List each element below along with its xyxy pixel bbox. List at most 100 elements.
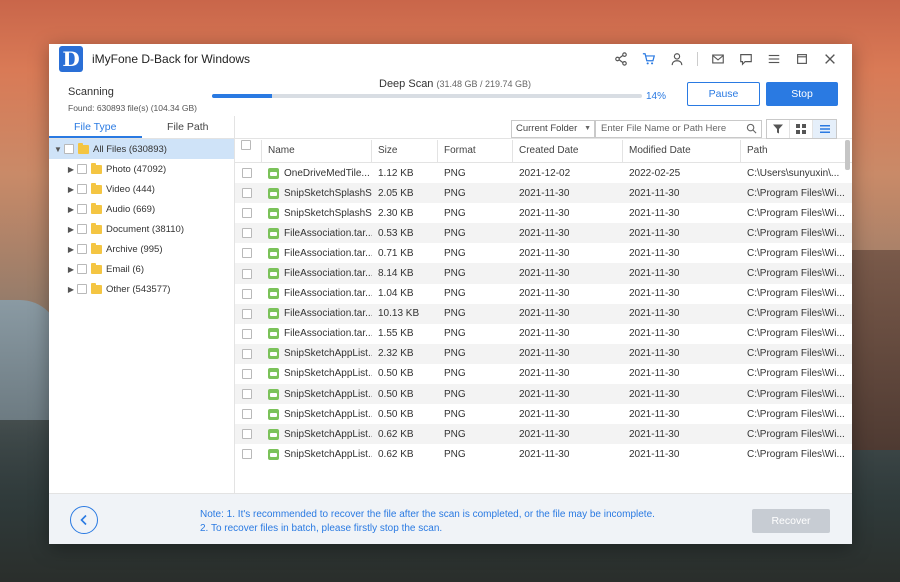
tree-item-checkbox[interactable] (77, 224, 87, 234)
list-toolbar: Current Folder ▼ Enter File Name or Path… (235, 116, 852, 139)
table-row[interactable]: OneDriveMedTile... 1.12 KB PNG 2021-12-02 20… (235, 163, 852, 183)
cell-size: 0.62 KB (378, 448, 414, 460)
row-checkbox-cell (235, 409, 262, 420)
row-checkbox[interactable] (241, 409, 252, 420)
table-row[interactable]: SnipSketchAppList... 0.50 KB PNG 2021-11-30… (235, 404, 852, 424)
tree-item-label: Audio (669) (106, 203, 156, 215)
chevron-right-icon[interactable]: ▶ (65, 265, 77, 274)
tree-item[interactable]: ▶ Other (543577) (49, 279, 234, 299)
row-checkbox[interactable] (241, 348, 252, 359)
recover-button[interactable]: Recover (752, 509, 830, 533)
stop-button[interactable]: Stop (766, 82, 838, 106)
tree-item[interactable]: ▶ Audio (669) (49, 199, 234, 219)
row-checkbox[interactable] (241, 168, 252, 179)
column-header-path[interactable]: Path (741, 140, 846, 162)
table-row[interactable]: FileAssociation.tar... 1.04 KB PNG 2021-11-… (235, 284, 852, 304)
column-header-size[interactable]: Size (372, 140, 438, 162)
app-title: iMyFone D-Back for Windows (92, 52, 251, 66)
menu-icon[interactable] (762, 48, 786, 70)
pause-button[interactable]: Pause (687, 82, 760, 106)
table-scrollbar[interactable] (845, 140, 850, 170)
row-checkbox[interactable] (241, 429, 252, 440)
table-row[interactable]: FileAssociation.tar... 0.53 KB PNG 2021-11-… (235, 223, 852, 244)
row-checkbox[interactable] (241, 389, 252, 400)
row-checkbox[interactable] (241, 288, 252, 299)
tab-file-type[interactable]: File Type (49, 116, 142, 138)
chevron-right-icon[interactable]: ▶ (65, 185, 77, 194)
row-checkbox[interactable] (241, 368, 252, 379)
tree-item[interactable]: ▶ Document (38110) (49, 219, 234, 239)
tree-item-checkbox[interactable] (77, 164, 87, 174)
tree-item[interactable]: ▶ Photo (47092) (49, 159, 234, 179)
chevron-right-icon[interactable]: ▶ (65, 165, 77, 174)
chevron-down-icon[interactable]: ▼ (52, 145, 64, 154)
select-all-checkbox[interactable] (241, 140, 251, 150)
tree-item-checkbox[interactable] (77, 184, 87, 194)
chevron-right-icon[interactable]: ▶ (65, 285, 77, 294)
chevron-right-icon[interactable]: ▶ (65, 225, 77, 234)
cell-name: SnipSketchSplashS... (262, 207, 372, 219)
cell-modified-date: 2021-11-30 (629, 448, 680, 460)
table-row[interactable]: FileAssociation.tar... 1.55 KB PNG 2021-11-… (235, 324, 852, 344)
folder-select[interactable]: Current Folder ▼ (511, 120, 595, 138)
row-checkbox[interactable] (241, 248, 252, 259)
row-checkbox[interactable] (241, 268, 252, 279)
table-row[interactable]: SnipSketchAppList... 0.62 KB PNG 2021-11-30… (235, 424, 852, 445)
title-bar-controls (609, 48, 842, 70)
share-icon[interactable] (609, 48, 633, 70)
tree-item[interactable]: ▶ Archive (995) (49, 239, 234, 259)
image-file-icon (268, 328, 279, 340)
filter-button[interactable] (767, 120, 790, 138)
close-icon[interactable] (818, 48, 842, 70)
chevron-right-icon[interactable]: ▶ (65, 245, 77, 254)
table-row[interactable]: SnipSketchAppList... 0.50 KB PNG 2021-11-30… (235, 384, 852, 405)
folder-icon (91, 262, 102, 274)
cart-icon[interactable] (637, 48, 661, 70)
tree-item-checkbox[interactable] (77, 284, 87, 294)
table-row[interactable]: FileAssociation.tar... 0.71 KB PNG 2021-11-… (235, 243, 852, 263)
tab-file-path[interactable]: File Path (142, 116, 235, 138)
cell-created-date: 2021-11-30 (519, 308, 570, 320)
tree-item[interactable]: ▶ Email (6) (49, 259, 234, 279)
table-row[interactable]: SnipSketchAppList... 2.32 KB PNG 2021-11-30… (235, 343, 852, 364)
table-row[interactable]: FileAssociation.tar... 8.14 KB PNG 2021-11-… (235, 263, 852, 284)
column-header-created-date[interactable]: Created Date (513, 140, 623, 162)
column-header-format[interactable]: Format (438, 140, 513, 162)
table-row[interactable]: FileAssociation.tar... 10.13 KB PNG 2021-11… (235, 303, 852, 324)
user-icon[interactable] (665, 48, 689, 70)
table-row[interactable]: SnipSketchAppList... 0.50 KB PNG 2021-11-30… (235, 364, 852, 384)
search-icon[interactable] (746, 123, 757, 134)
cell-name: SnipSketchAppList... (262, 428, 372, 440)
chat-icon[interactable] (734, 48, 758, 70)
cell-name-text: SnipSketchAppList... (284, 428, 372, 440)
cell-name-text: FileAssociation.tar... (284, 328, 372, 340)
tree-item-checkbox[interactable] (64, 144, 74, 154)
row-checkbox[interactable] (241, 449, 252, 460)
scan-status: Scanning (68, 86, 114, 98)
row-checkbox[interactable] (241, 188, 252, 199)
row-checkbox[interactable] (241, 308, 252, 319)
tree-item-checkbox[interactable] (77, 264, 87, 274)
tree-item[interactable]: ▼ All Files (630893) (49, 139, 234, 159)
column-header-modified-date[interactable]: Modified Date (623, 140, 741, 162)
row-checkbox[interactable] (241, 228, 252, 239)
chevron-right-icon[interactable]: ▶ (65, 205, 77, 214)
image-file-icon (268, 268, 279, 280)
tree-item-checkbox[interactable] (77, 204, 87, 214)
mail-icon[interactable] (706, 48, 730, 70)
tree-item-label: Document (38110) (106, 223, 184, 235)
maximize-icon[interactable] (790, 48, 814, 70)
table-row[interactable]: SnipSketchAppList... 0.62 KB PNG 2021-11-30… (235, 444, 852, 464)
row-checkbox[interactable] (241, 328, 252, 339)
grid-view-button[interactable] (790, 120, 813, 138)
back-button[interactable] (70, 506, 98, 534)
search-input[interactable]: Enter File Name or Path Here (595, 120, 762, 138)
list-view-button[interactable] (813, 120, 836, 138)
tree-item[interactable]: ▶ Video (444) (49, 179, 234, 199)
table-row[interactable]: SnipSketchSplashS... 2.05 KB PNG 2021-11-30… (235, 183, 852, 204)
tree-item-checkbox[interactable] (77, 244, 87, 254)
row-checkbox-cell (235, 348, 262, 359)
row-checkbox[interactable] (241, 208, 252, 219)
table-row[interactable]: SnipSketchSplashS... 2.30 KB PNG 2021-11-30… (235, 203, 852, 223)
column-header-name[interactable]: Name (262, 140, 372, 162)
